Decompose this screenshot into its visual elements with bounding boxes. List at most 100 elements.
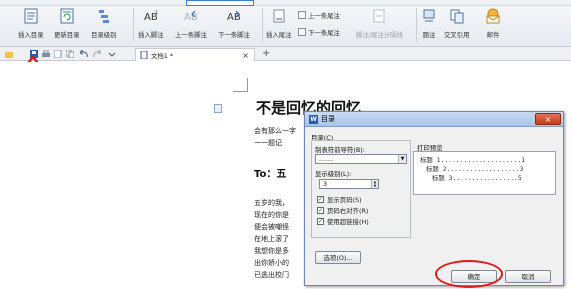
tab-close-icon[interactable]: × — [242, 51, 249, 60]
options-button[interactable]: 选项(O)... — [315, 251, 361, 264]
tab-document1[interactable]: 文档1 * × — [135, 48, 255, 61]
insert-toc-button[interactable]: 插入目录 — [18, 7, 44, 45]
note-separator-button[interactable]: 脚注/尾注分隔线 — [356, 7, 403, 45]
cancel-button[interactable]: 取消 — [505, 270, 551, 283]
print-preview-box: 标题 1.....................1 标题 2.........… — [413, 151, 556, 195]
ribbon-separator — [133, 8, 134, 42]
document-line: 现在的你是 — [254, 211, 289, 219]
checkbox-checked-icon: ✓ — [317, 196, 324, 203]
document-line: 一一题记 — [254, 139, 282, 147]
ribbon-separator — [416, 8, 417, 42]
new-tab-button[interactable]: + — [262, 48, 270, 59]
levels-stepper[interactable]: 3 ▲ ▼ — [319, 179, 379, 189]
folder-icon[interactable] — [5, 50, 13, 58]
insert-footnote-label: 插入脚注 — [138, 31, 164, 39]
preview-line: 标题 2...................3 — [426, 165, 524, 173]
prev-footnote-icon: AB — [183, 7, 199, 25]
dialog-title: 目录 — [321, 115, 335, 123]
copy-icon[interactable] — [66, 50, 74, 58]
chevron-down-icon: ▼ — [398, 155, 406, 163]
checkbox-checked-icon: ✓ — [317, 207, 324, 214]
prev-footnote-button[interactable]: AB 上一条脚注 — [175, 7, 207, 45]
prev-endnote-icon — [298, 11, 306, 19]
caption-icon — [421, 7, 437, 25]
document-line: 已逃出校门 — [254, 271, 289, 279]
document-line: 出你娇小的 — [254, 259, 289, 267]
stepper-arrows-icon[interactable]: ▲ ▼ — [371, 180, 378, 188]
document-line: 会有那么一字 — [254, 127, 296, 135]
preview-line: 标题 1.....................1 — [420, 156, 526, 164]
prev-endnote-button[interactable]: 上一条尾注 — [298, 10, 340, 20]
document-line: 在地上滚了 — [254, 235, 289, 243]
margin-guide — [233, 91, 247, 92]
document-line: 我想你是多 — [254, 247, 289, 255]
right-align-label: 页码右对齐(R) — [327, 207, 369, 215]
prev-footnote-label: 上一条脚注 — [175, 31, 207, 39]
document-icon — [140, 51, 148, 59]
use-hyperlinks-checkbox[interactable]: ✓ 使用超链接(H) — [317, 217, 369, 226]
svg-text:AB: AB — [184, 12, 198, 23]
toc-dialog: W 目录 × 目录(C) 制表符前导符(B): ....... ▼ 显示级别(L… — [304, 111, 564, 286]
checkbox-checked-icon: ✓ — [317, 218, 324, 225]
leader-label: 制表符前导符(B): — [315, 146, 365, 154]
next-footnote-label: 下一条脚注 — [218, 31, 250, 39]
dialog-title-bar[interactable]: W 目录 × — [305, 112, 563, 127]
tab-document1-label: 文档1 * — [151, 51, 174, 60]
next-footnote-button[interactable]: AB 下一条脚注 — [218, 7, 250, 45]
insert-endnote-label: 插入尾注 — [266, 31, 292, 39]
mail-button[interactable]: 邮件 — [485, 7, 501, 45]
update-toc-label: 更新目录 — [54, 31, 80, 39]
insert-footnote-button[interactable]: AB 1 插入脚注 — [138, 7, 164, 45]
document-subheading: To：五 — [254, 169, 287, 180]
next-endnote-icon — [298, 28, 306, 36]
toc-level-label: 目录级别 — [91, 31, 117, 39]
chevron-down-icon[interactable] — [108, 50, 116, 58]
undo-icon[interactable] — [80, 50, 88, 58]
paragraph-marker-icon[interactable] — [214, 104, 222, 113]
endnote-icon — [271, 7, 287, 25]
margin-guide — [247, 78, 248, 92]
preview-line: 标题 3.................5 — [432, 174, 522, 182]
caption-label: 题注 — [422, 31, 436, 39]
document-line: 五岁的我， — [254, 199, 289, 207]
next-endnote-label: 下一条尾注 — [308, 28, 340, 37]
cross-ref-icon — [449, 7, 465, 25]
mail-label: 邮件 — [486, 31, 500, 39]
cross-reference-label: 交叉引用 — [444, 31, 470, 39]
print-preview-icon[interactable] — [54, 50, 62, 58]
annotation-ellipse — [435, 260, 503, 288]
separator-icon — [371, 7, 387, 25]
next-endnote-button[interactable]: 下一条尾注 — [298, 27, 340, 37]
insert-endnote-button[interactable]: 插入尾注 — [266, 7, 292, 45]
tab-leader-select[interactable]: ....... ▼ — [315, 154, 407, 164]
use-hyperlinks-label: 使用超链接(H) — [327, 218, 369, 226]
levels-value: 3 — [323, 180, 328, 188]
caption-button[interactable]: 题注 — [421, 7, 437, 45]
svg-text:1: 1 — [155, 10, 158, 16]
show-page-numbers-label: 显示页码(S) — [327, 196, 362, 204]
toc-icon — [23, 7, 39, 25]
next-footnote-icon: AB — [226, 7, 242, 25]
note-separator-label: 脚注/尾注分隔线 — [356, 31, 403, 39]
update-toc-icon — [59, 7, 75, 25]
footnote-icon: AB 1 — [143, 7, 159, 25]
quick-access-toolbar — [0, 47, 571, 61]
redo-icon[interactable] — [93, 50, 101, 58]
ribbon: 插入目录 更新目录 目录级别 AB 1 插入脚注 AB 上一条脚注 AB 下一条脚… — [0, 0, 571, 47]
levels-label: 显示级别(L): — [315, 170, 352, 178]
prev-endnote-label: 上一条尾注 — [308, 11, 340, 20]
toc-level-button[interactable]: 目录级别 — [91, 7, 117, 45]
insert-toc-label: 插入目录 — [18, 31, 44, 39]
update-toc-button[interactable]: 更新目录 — [54, 7, 80, 45]
wps-writer-icon: W — [309, 114, 318, 124]
cross-reference-button[interactable]: 交叉引用 — [444, 7, 470, 45]
show-page-numbers-checkbox[interactable]: ✓ 显示页码(S) — [317, 195, 362, 204]
font-name-input[interactable] — [186, 0, 254, 6]
document-line: 便会被嘲怪 — [254, 223, 289, 231]
toc-level-icon — [96, 7, 112, 25]
tab-leader-value: ....... — [319, 155, 334, 163]
right-align-page-numbers-checkbox[interactable]: ✓ 页码右对齐(R) — [317, 206, 368, 215]
ribbon-separator — [262, 8, 263, 42]
mail-icon — [485, 7, 501, 25]
dialog-close-button[interactable]: × — [535, 113, 561, 125]
